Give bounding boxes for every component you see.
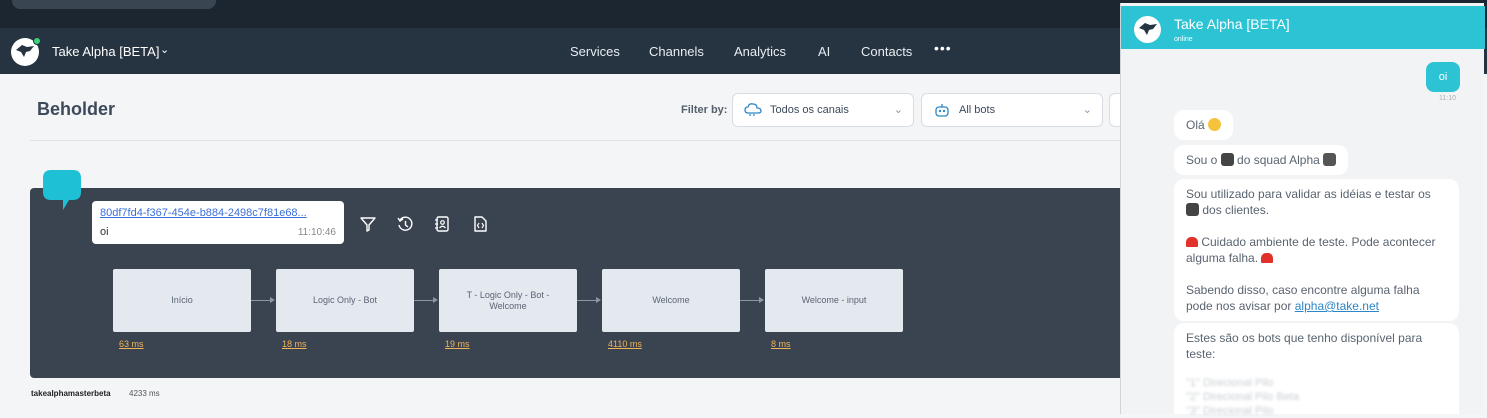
code-file-icon[interactable] [471,215,489,233]
address-bar-edge [12,0,216,9]
chevron-down-icon: ⌄ [893,104,903,116]
flow-connector [251,300,271,301]
robot-icon [935,104,949,117]
wolf-logo-icon [1139,23,1157,35]
chat-status: online [1174,36,1193,43]
nav-contacts[interactable]: Contacts [861,44,912,59]
channel-filter-value: Todos os canais [770,104,849,116]
chevron-down-icon[interactable]: ⌄ [160,43,169,56]
incoming-message: Olá [1174,110,1234,140]
message-text: dos clientes. [1202,203,1270,217]
flow-node[interactable]: Welcome - input [765,269,903,332]
filter-icon[interactable] [359,215,377,233]
message-text: Cuidado ambiente de teste. Pode acontece… [1186,235,1436,265]
message-text: Sou o [1186,153,1218,167]
incoming-message: Sou utilizado para validar as idéias e t… [1174,179,1459,321]
chevron-down-icon: ⌄ [1082,104,1092,116]
chat-title: Take Alpha [BETA] [1174,16,1290,32]
more-menu-icon[interactable]: ••• [934,40,952,56]
message-box: 80df7fd4-f367-454e-b884-2498c7f81e68... … [92,201,344,244]
flow-connector [577,300,597,301]
flow-connector [740,300,760,301]
message-text: Sou utilizado para validar as idéias e t… [1186,187,1431,201]
page-title: Beholder [37,99,116,119]
message-text: Estes são os bots que tenho disponível p… [1186,331,1423,361]
flow-node[interactable]: Logic Only - Bot [276,269,414,332]
outgoing-message-time: 11:10 [1439,95,1456,102]
cloud-icon [744,103,762,116]
ogre-emoji-icon [1220,153,1234,166]
siren-emoji-icon [1186,237,1198,247]
incoming-message: Sou o do squad Alpha [1174,145,1349,175]
email-link[interactable]: alpha@take.net [1295,299,1379,313]
node-duration[interactable]: 19 ms [445,339,470,349]
arrow-right-icon [433,297,438,303]
bot-filter-select[interactable]: All bots ⌄ [921,93,1103,127]
nav-channels[interactable]: Channels [649,44,704,59]
incoming-message: Estes são os bots que tenho disponível p… [1174,323,1459,417]
blurred-bot-list: "1" Direcional Pilo "2" Direcional Pilo … [1186,377,1299,417]
message-text: do squad Alpha [1237,153,1320,167]
total-duration: 4233 ms [129,389,160,398]
message-id-link[interactable]: 80df7fd4-f367-454e-b884-2498c7f81e68... [100,207,330,219]
nav-analytics[interactable]: Analytics [734,44,786,59]
arrow-right-icon [270,297,275,303]
chat-bubble-icon [43,170,81,210]
outgoing-message: oi [1426,62,1460,92]
channel-filter-select[interactable]: Todos os canais ⌄ [732,93,914,127]
siren-emoji-icon [1261,253,1274,263]
wolf-emoji-icon [1323,153,1337,166]
message-text: Olá [1186,118,1205,132]
nav-services[interactable]: Services [570,44,620,59]
message-text: oi [100,226,109,238]
history-icon[interactable] [396,215,414,233]
message-time: 11:10:46 [297,227,336,238]
bot-filter-value: All bots [959,104,996,116]
app-switcher[interactable]: Take Alpha [BETA] [52,44,159,59]
chat-header: Take Alpha [BETA] online [1121,6,1485,49]
arrow-right-icon [759,297,764,303]
bot-identifier: takealphamasterbeta [31,389,111,398]
smile-emoji-icon [1208,118,1222,131]
online-status-dot [33,37,41,45]
divider [30,140,1120,141]
node-duration[interactable]: 18 ms [282,339,307,349]
chat-avatar [1134,16,1161,43]
ogre-emoji-icon [1186,203,1199,216]
flow-connector [414,300,434,301]
chat-panel: Take Alpha [BETA] online oi 11:10 Olá So… [1120,3,1485,417]
filter-label: Filter by: [681,104,728,116]
node-duration[interactable]: 4110 ms [608,339,642,349]
arrow-right-icon [596,297,601,303]
flow-node[interactable]: T - Logic Only - Bot - Welcome [439,269,577,332]
flow-node[interactable]: Início [113,269,251,332]
node-duration[interactable]: 63 ms [119,339,144,349]
contact-book-icon[interactable] [433,215,451,233]
wolf-logo-icon [16,45,34,57]
flow-node[interactable]: Welcome [602,269,740,332]
nav-ai[interactable]: AI [818,44,830,59]
node-duration[interactable]: 8 ms [771,339,791,349]
